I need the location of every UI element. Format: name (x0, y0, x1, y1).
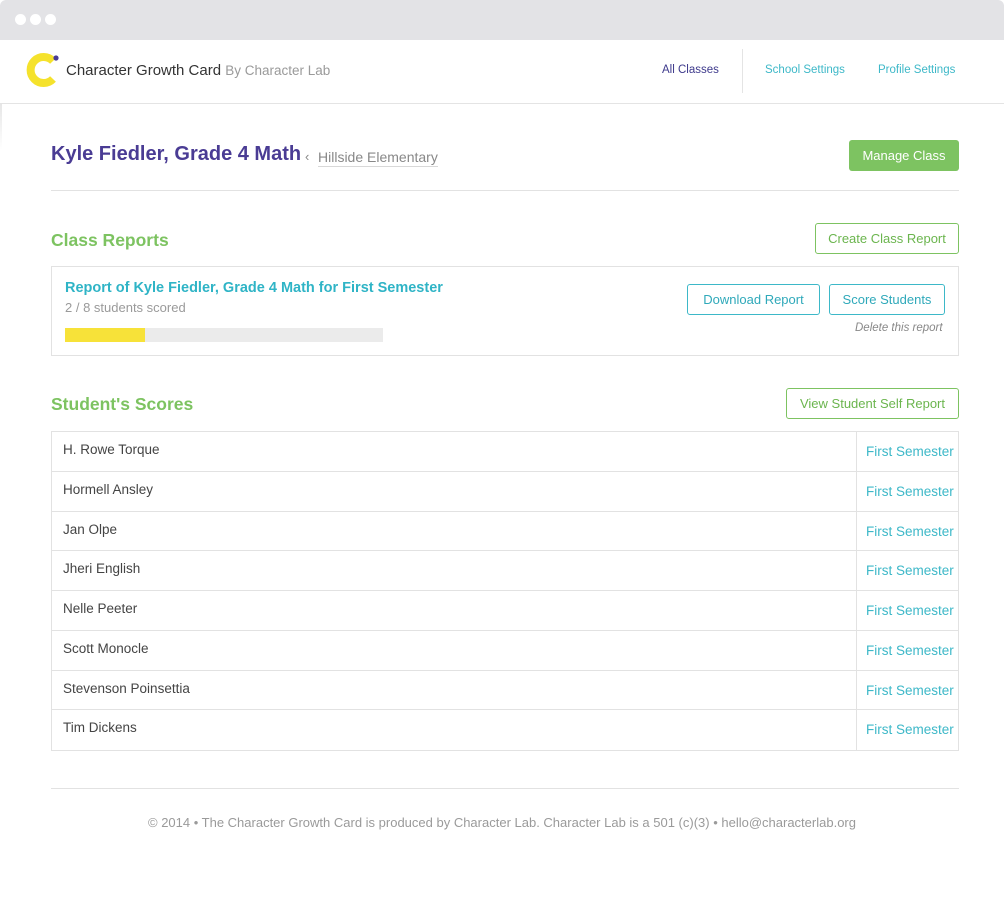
student-name: Nelle Peeter (63, 601, 138, 616)
semester-link[interactable]: First Semester (866, 484, 954, 499)
table-row: Jheri English First Semester (52, 551, 958, 591)
window-dot-icon (45, 14, 56, 25)
column-divider (856, 471, 857, 511)
semester-link[interactable]: First Semester (866, 722, 954, 737)
report-title-link[interactable]: Report of Kyle Fiedler, Grade 4 Math for… (65, 280, 443, 296)
semester-link[interactable]: First Semester (866, 603, 954, 618)
browser-chrome (0, 0, 1004, 40)
create-class-report-button[interactable]: Create Class Report (815, 223, 959, 254)
view-student-self-report-button[interactable]: View Student Self Report (786, 388, 959, 419)
column-divider (856, 670, 857, 710)
student-scores-table: H. Rowe Torque First Semester Hormell An… (51, 431, 959, 751)
table-row: Jan Olpe First Semester (52, 511, 958, 552)
column-divider (856, 551, 857, 590)
character-lab-logo-icon[interactable] (26, 52, 62, 88)
table-row: H. Rowe Torque First Semester (52, 432, 958, 472)
divider (51, 190, 959, 191)
report-progress-fill (65, 328, 145, 342)
left-shadow (0, 104, 2, 150)
page-title: Kyle Fiedler, Grade 4 Math (51, 143, 302, 165)
brand-byline: By Character Lab (225, 63, 331, 78)
student-scores-heading: Student's Scores (51, 394, 194, 414)
report-progress-bar (65, 328, 383, 342)
semester-link[interactable]: First Semester (866, 524, 954, 539)
breadcrumb-school-link[interactable]: Hillside Elementary (318, 149, 438, 167)
student-name: Jan Olpe (63, 521, 118, 537)
divider (51, 788, 959, 789)
table-row: Scott Monocle First Semester (52, 630, 958, 671)
student-name: Jheri English (63, 561, 141, 577)
table-row: Nelle Peeter First Semester (52, 591, 958, 631)
semester-link[interactable]: First Semester (866, 563, 954, 578)
column-divider (856, 710, 857, 750)
student-name: H. Rowe Torque (63, 442, 160, 457)
class-reports-heading: Class Reports (51, 230, 169, 250)
column-divider (856, 432, 857, 471)
breadcrumb-chevron-icon: ‹ (305, 149, 310, 164)
manage-class-button[interactable]: Manage Class (849, 140, 959, 171)
table-row: Hormell Ansley First Semester (52, 471, 958, 512)
brand-title: Character Growth Card By Character Lab (66, 62, 330, 79)
nav-all-classes[interactable]: All Classes (662, 64, 719, 76)
column-divider (856, 591, 857, 630)
footer-text: © 2014 • The Character Growth Card is pr… (148, 815, 856, 830)
column-divider (856, 630, 857, 670)
nav-school-settings[interactable]: School Settings (765, 64, 845, 76)
semester-link[interactable]: First Semester (866, 643, 954, 658)
window-dot-icon (15, 14, 26, 25)
nav-divider (742, 49, 743, 93)
student-name: Scott Monocle (63, 640, 149, 656)
column-divider (856, 511, 857, 551)
score-students-button[interactable]: Score Students (829, 284, 945, 315)
brand-name: Character Growth Card (66, 62, 222, 79)
nav-profile-settings[interactable]: Profile Settings (878, 64, 955, 76)
table-row: Stevenson Poinsettia First Semester (52, 670, 958, 711)
student-name: Hormell Ansley (63, 481, 154, 497)
app-header: Character Growth Card By Character Lab A… (0, 40, 1004, 104)
student-name: Stevenson Poinsettia (63, 680, 190, 696)
table-row: Tim Dickens First Semester (52, 710, 958, 750)
student-name: Tim Dickens (63, 720, 137, 736)
semester-link[interactable]: First Semester (866, 444, 954, 459)
report-progress-text: 2 / 8 students scored (65, 300, 186, 315)
download-report-button[interactable]: Download Report (687, 284, 820, 315)
delete-report-link[interactable]: Delete this report (855, 322, 943, 334)
semester-link[interactable]: First Semester (866, 683, 954, 698)
window-dot-icon (30, 14, 41, 25)
